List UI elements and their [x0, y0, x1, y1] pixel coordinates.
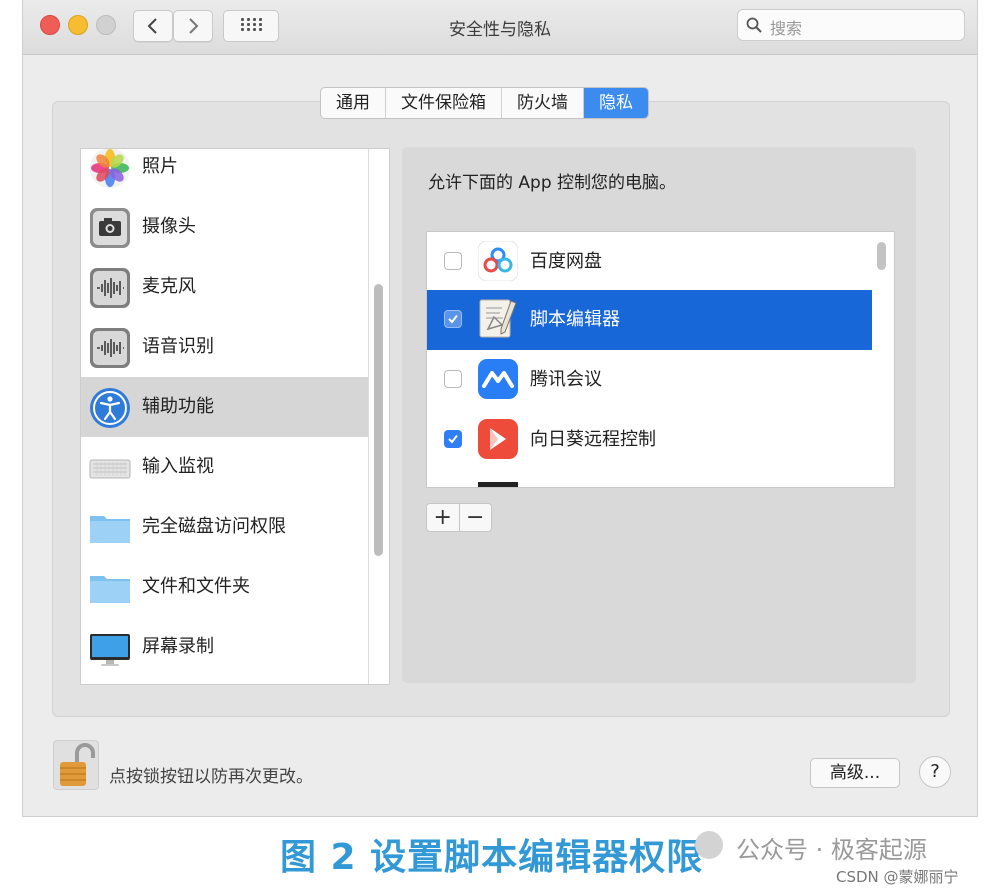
sidebar-item-screen-recording[interactable]: 屏幕录制: [81, 617, 368, 677]
app-name: 向日葵远程控制: [530, 429, 656, 450]
tab-privacy[interactable]: 隐私: [584, 88, 648, 118]
sidebar-item-photos[interactable]: 照片: [81, 149, 368, 197]
preferences-window: 安全性与隐私 搜索 通用 文件保险箱 防火墙 隐私 照片 摄像头 麦克风 语音识…: [22, 0, 978, 817]
sidebar-item-label: 文件和文件夹: [142, 576, 250, 597]
sidebar-item-label: 屏幕录制: [142, 636, 214, 657]
app-row-script-editor[interactable]: 脚本编辑器: [427, 290, 872, 350]
advanced-button[interactable]: 高级...: [810, 758, 900, 788]
wechat-icon: [695, 831, 723, 859]
next-app-icon: [478, 482, 518, 487]
sidebar-item-label: 照片: [142, 156, 178, 177]
sidebar-item-label: 完全磁盘访问权限: [142, 516, 286, 537]
tab-bar: 通用 文件保险箱 防火墙 隐私: [320, 87, 649, 119]
help-button[interactable]: ?: [919, 756, 951, 788]
script-editor-icon: [479, 299, 517, 338]
sidebar-item-label: 输入监视: [142, 456, 214, 477]
add-button[interactable]: +: [427, 504, 460, 531]
lock-hint-text: 点按锁按钮以防再次更改。: [109, 767, 313, 787]
app-row-sunlogin[interactable]: 向日葵远程控制: [427, 410, 872, 470]
sidebar-item-files-and-folders[interactable]: 文件和文件夹: [81, 557, 368, 617]
microphone-icon: [90, 268, 130, 308]
tab-general[interactable]: 通用: [321, 88, 386, 118]
add-remove-control: + −: [426, 503, 492, 532]
camera-icon: [90, 208, 130, 248]
sidebar-item-label: 语音识别: [142, 336, 214, 357]
checkmark-icon: [448, 314, 458, 324]
app-checkbox[interactable]: [444, 430, 462, 448]
app-checkbox[interactable]: [444, 310, 462, 328]
sunlogin-icon: [478, 419, 518, 459]
accessibility-icon: [90, 388, 130, 428]
app-name: 百度网盘: [530, 251, 602, 272]
speech-recognition-icon: [90, 328, 130, 368]
sidebar-item-label: 摄像头: [142, 216, 196, 237]
display-icon: [90, 634, 130, 666]
baidu-netdisk-icon: [478, 241, 518, 281]
privacy-category-list[interactable]: 照片 摄像头 麦克风 语音识别 辅助功能 输入监视 完全磁盘访问权限 文件和文件…: [80, 148, 390, 685]
lock-button[interactable]: [53, 740, 99, 790]
sidebar-item-label: 辅助功能: [142, 396, 214, 417]
tab-filevault[interactable]: 文件保险箱: [386, 88, 502, 118]
search-icon: [746, 17, 762, 33]
folder-icon: [90, 576, 130, 603]
watermark-text: 公众号 · 极客起源: [736, 836, 927, 864]
unlocked-lock-icon: [60, 743, 95, 786]
app-name: 腾讯会议: [530, 369, 602, 390]
tencent-meeting-icon: [478, 359, 518, 399]
app-name: 脚本编辑器: [530, 309, 620, 330]
folder-icon: [90, 516, 130, 543]
sidebar-item-input-monitoring[interactable]: 输入监视: [81, 437, 368, 497]
sidebar-item-speech-recognition[interactable]: 语音识别: [81, 317, 368, 377]
app-row-baidu-netdisk[interactable]: 百度网盘: [427, 232, 872, 292]
app-list[interactable]: 百度网盘 脚本编辑器 腾讯会议 向日葵远程控制: [426, 231, 895, 488]
remove-button[interactable]: −: [460, 504, 492, 531]
tab-firewall[interactable]: 防火墙: [502, 88, 584, 118]
sidebar-item-camera[interactable]: 摄像头: [81, 197, 368, 257]
sidebar-scrollbar[interactable]: [374, 284, 383, 556]
title-bar: 安全性与隐私 搜索: [23, 0, 977, 55]
sidebar-item-microphone[interactable]: 麦克风: [81, 257, 368, 317]
app-checkbox[interactable]: [444, 370, 462, 388]
keyboard-icon: [89, 459, 131, 479]
app-checkbox[interactable]: [444, 252, 462, 270]
sidebar-item-full-disk-access[interactable]: 完全磁盘访问权限: [81, 497, 368, 557]
permission-description: 允许下面的 App 控制您的电脑。: [428, 173, 677, 193]
checkmark-icon: [448, 434, 458, 444]
app-list-scrollbar[interactable]: [877, 242, 886, 270]
credit-text: CSDN @蒙娜丽宁: [836, 868, 959, 886]
sidebar-item-label: 麦克风: [142, 276, 196, 297]
search-placeholder: 搜索: [770, 19, 803, 38]
search-field[interactable]: 搜索: [737, 9, 965, 41]
app-row-tencent-meeting[interactable]: 腾讯会议: [427, 350, 872, 410]
list-divider: [368, 149, 369, 684]
photos-icon: [90, 149, 130, 188]
sidebar-item-accessibility[interactable]: 辅助功能: [81, 377, 368, 437]
figure-caption: 图 2 设置脚本编辑器权限: [280, 837, 704, 878]
